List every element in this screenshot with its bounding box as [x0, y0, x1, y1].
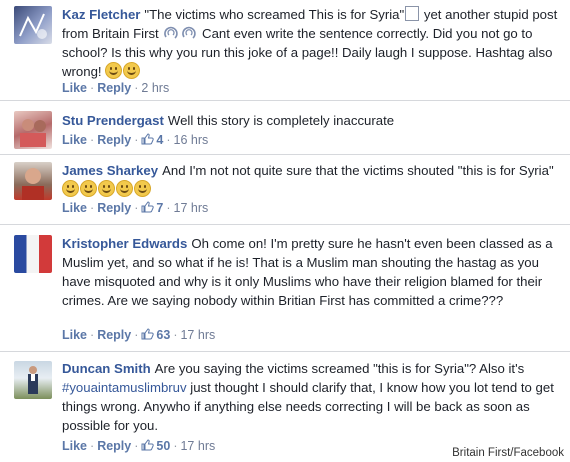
comment-kaz-fletcher: Kaz Fletcher "The victims who screamed Th…: [0, 0, 570, 101]
like-link[interactable]: Like: [62, 328, 87, 342]
like-link[interactable]: Like: [62, 201, 87, 215]
reply-link[interactable]: Reply: [97, 81, 131, 95]
like-count[interactable]: 4: [156, 133, 163, 147]
thumbs-up-icon: [141, 439, 155, 451]
grinning-face-icon: [116, 180, 133, 197]
grinning-face-icon: [80, 180, 97, 197]
avatar-image: [22, 168, 44, 200]
comment-text: Well this story is completely inaccurate: [167, 113, 395, 128]
comment-author[interactable]: Kristopher Edwards: [62, 236, 187, 251]
reply-link[interactable]: Reply: [97, 328, 131, 342]
comment-meta: Like · Reply · 7 · 17 hrs: [62, 201, 208, 215]
separator: ·: [90, 201, 95, 215]
separator: ·: [90, 328, 95, 342]
avatar-image: [28, 366, 38, 394]
separator: ·: [134, 201, 139, 215]
grinning-face-icon: [134, 180, 151, 197]
image-credit-caption: Britain First/Facebook: [452, 447, 564, 459]
grinning-face-icon: [62, 180, 79, 197]
avatar[interactable]: [14, 111, 52, 149]
avatar-image: [19, 13, 47, 39]
separator: ·: [134, 81, 139, 95]
swirl-icon: [164, 26, 179, 39]
like-count[interactable]: 50: [156, 439, 170, 453]
comment-meta: Like · Reply · 50 · 17 hrs: [62, 439, 215, 453]
comment-meta: Like · Reply · 2 hrs: [62, 81, 169, 95]
like-link[interactable]: Like: [62, 133, 87, 147]
comment-body: James Sharkey And I'm not not quite sure …: [62, 161, 562, 199]
separator: ·: [134, 439, 139, 453]
swirl-icon: [182, 26, 197, 39]
avatar-image: [20, 119, 46, 147]
thumbs-up-icon: [141, 133, 155, 145]
comment-body: Stu Prendergast Well this story is comple…: [62, 111, 562, 130]
like-link[interactable]: Like: [62, 81, 87, 95]
comment-time[interactable]: 16 hrs: [174, 133, 209, 147]
comment-author[interactable]: Kaz Fletcher: [62, 7, 140, 22]
comment-author[interactable]: James Sharkey: [62, 163, 158, 178]
comment-meta: Like · Reply · 63 · 17 hrs: [62, 328, 215, 342]
reply-link[interactable]: Reply: [97, 133, 131, 147]
comment-author[interactable]: Stu Prendergast: [62, 113, 164, 128]
thumbs-up-icon: [141, 201, 155, 213]
comment-james-sharkey: James Sharkey And I'm not not quite sure …: [0, 154, 570, 225]
avatar[interactable]: [14, 361, 52, 399]
comment-author[interactable]: Duncan Smith: [62, 361, 151, 376]
comment-body: Kristopher Edwards Oh come on! I'm pretty…: [62, 234, 562, 310]
grinning-face-icon: [98, 180, 115, 197]
comment-time[interactable]: 17 hrs: [180, 328, 215, 342]
like-link[interactable]: Like: [62, 439, 87, 453]
like-count[interactable]: 7: [156, 201, 163, 215]
avatar[interactable]: [14, 6, 52, 44]
comment-text: And I'm not not quite sure that the vict…: [162, 163, 554, 178]
separator: ·: [134, 328, 139, 342]
grinning-face-icon: [123, 62, 141, 79]
missing-glyph-icon: [405, 6, 420, 21]
avatar[interactable]: [14, 235, 52, 273]
comment-body: Kaz Fletcher "The victims who screamed Th…: [62, 5, 562, 81]
comment-kristopher-edwards: Kristopher Edwards Oh come on! I'm pretty…: [0, 224, 570, 352]
comment-stu-prendergast: Stu Prendergast Well this story is comple…: [0, 100, 570, 155]
comment-duncan-smith: Duncan Smith Are you saying the victims s…: [0, 351, 570, 462]
comment-time[interactable]: 17 hrs: [174, 201, 209, 215]
avatar[interactable]: [14, 162, 52, 200]
separator: ·: [90, 133, 95, 147]
grinning-face-icon: [105, 62, 123, 79]
hashtag-link[interactable]: #youaintamuslimbruv: [62, 380, 187, 395]
separator: ·: [166, 201, 171, 215]
comment-text: "The victims who screamed This is for Sy…: [144, 7, 405, 22]
thumbs-up-icon: [141, 328, 155, 340]
comment-meta: Like · Reply · 4 · 16 hrs: [62, 133, 208, 147]
separator: ·: [90, 439, 95, 453]
reply-link[interactable]: Reply: [97, 201, 131, 215]
comment-body: Duncan Smith Are you saying the victims s…: [62, 359, 562, 435]
separator: ·: [173, 328, 178, 342]
separator: ·: [173, 439, 178, 453]
reply-link[interactable]: Reply: [97, 439, 131, 453]
comment-text: Are you saying the victims screamed "thi…: [154, 361, 525, 376]
separator: ·: [90, 81, 95, 95]
comment-time[interactable]: 17 hrs: [180, 439, 215, 453]
separator: ·: [166, 133, 171, 147]
separator: ·: [134, 133, 139, 147]
like-count[interactable]: 63: [156, 328, 170, 342]
comment-time[interactable]: 2 hrs: [141, 81, 169, 95]
